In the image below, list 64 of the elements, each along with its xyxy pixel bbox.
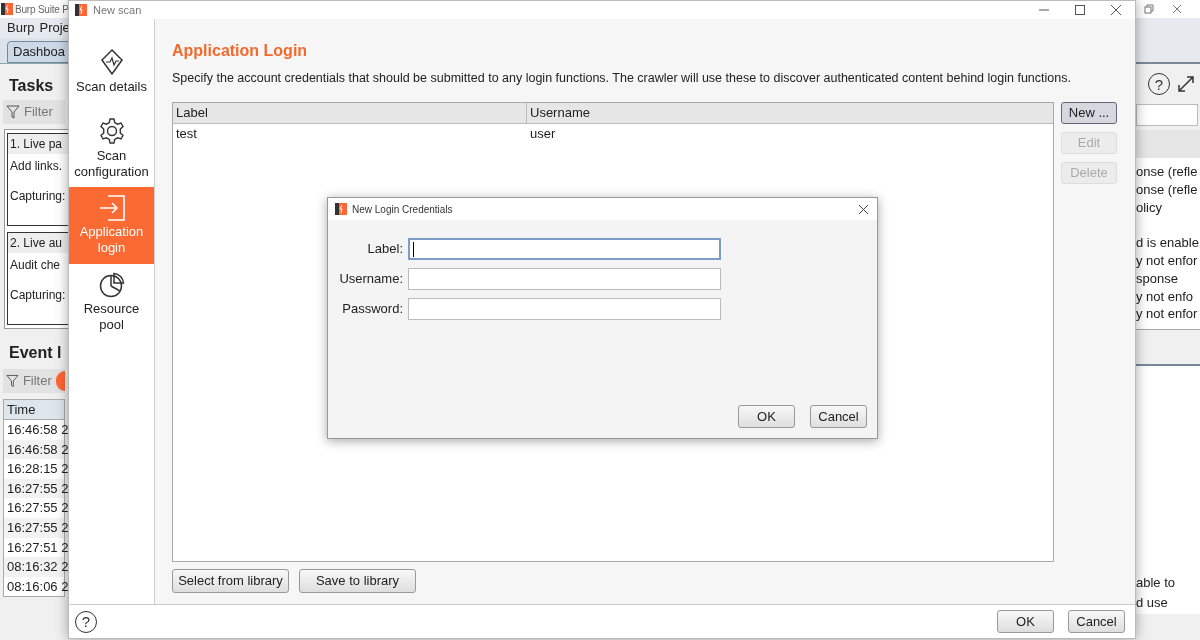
app-logo-icon: [335, 203, 347, 215]
window-title: New Login Credentials: [352, 202, 453, 217]
task-title: 1. Live pa: [8, 134, 68, 154]
pie-chart-icon: [98, 272, 125, 298]
window-title: Burp Suite P: [15, 2, 69, 17]
input-field[interactable]: [408, 268, 721, 290]
dialog-button[interactable]: Cancel: [1068, 610, 1125, 633]
column-header: Label: [173, 102, 527, 123]
close-icon: [1172, 4, 1182, 14]
table-cell-text: onse (refle: [1136, 163, 1199, 180]
table-cell-text: onse (refle: [1136, 180, 1199, 198]
column-header: Time: [4, 400, 64, 420]
input-field[interactable]: [408, 238, 721, 260]
table-cell-text: user: [529, 125, 557, 143]
menu-item[interactable]: Burp: [7, 18, 35, 38]
filter-icon: [6, 105, 20, 119]
close-icon: [859, 204, 868, 214]
sidebar-item[interactable]: Scan configuration: [69, 110, 154, 187]
toggle-switch[interactable]: [55, 371, 65, 391]
pulse-shield-icon: [99, 48, 124, 76]
page-heading: Application Login: [172, 41, 309, 61]
window-title: New scan: [93, 2, 142, 18]
task-text: Add links.: [9, 158, 64, 174]
dialog-button[interactable]: Cancel: [810, 405, 867, 428]
filter-icon: [6, 374, 19, 388]
library-button[interactable]: Save to library: [299, 568, 416, 593]
side-button[interactable]: New ...: [1061, 101, 1117, 124]
sidebar-item[interactable]: Scan details: [69, 33, 154, 110]
column-header: Username: [529, 104, 591, 122]
sign-in-icon: [97, 195, 126, 221]
maximize-icon: [1075, 5, 1085, 15]
detail-text: able to: [1136, 574, 1177, 592]
search-field[interactable]: [1136, 104, 1198, 126]
restore-icon: [1144, 4, 1154, 14]
task-title: 2. Live au: [8, 233, 68, 253]
dialog-button[interactable]: OK: [738, 405, 795, 428]
expand-icon: [1176, 74, 1196, 94]
library-button[interactable]: Select from library: [172, 568, 289, 593]
table-cell-text: test: [175, 125, 198, 143]
dialog-button[interactable]: OK: [997, 610, 1054, 633]
section-heading: Tasks: [8, 76, 55, 96]
field-label: Username:: [338, 270, 403, 289]
table-cell-text: y not enfo: [1136, 287, 1195, 305]
table-cell-text: d is enable: [1136, 234, 1200, 251]
table-cell-text: y not enfor: [1136, 252, 1199, 269]
description-text: Specify the account credentials that should be submitted to any login functions. The crawler will use these to discover authenticated content behind login functions.: [172, 70, 1072, 87]
gear-icon: [97, 117, 126, 145]
task-text: Capturing:: [9, 287, 67, 303]
section-heading: Event l: [8, 343, 63, 363]
field-label: Label:: [366, 240, 403, 259]
toolbar-background: [1136, 18, 1200, 64]
menu-item[interactable]: Proje: [39, 18, 70, 38]
table-cell-text: olicy: [1136, 198, 1163, 216]
table-cell-text: y not enfor: [1136, 305, 1199, 323]
sidebar-item[interactable]: Resource pool: [69, 264, 154, 341]
input-field[interactable]: [408, 298, 721, 320]
close-icon: [1111, 5, 1121, 15]
detail-text: d use: [1136, 593, 1169, 612]
task-text: Audit che: [9, 257, 62, 273]
app-logo-icon: [75, 4, 87, 16]
panel-header: [1136, 130, 1200, 158]
task-text: Capturing:: [9, 188, 67, 204]
table-cell-text: sponse: [1136, 269, 1179, 287]
field-label: Password:: [341, 300, 403, 319]
